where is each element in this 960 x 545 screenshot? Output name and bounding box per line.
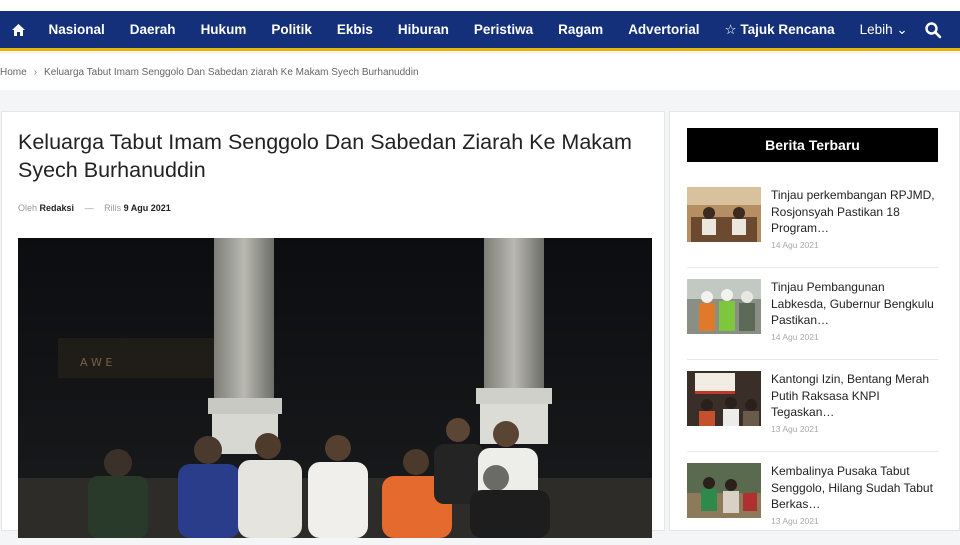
news-date: 13 Agu 2021 — [771, 424, 819, 434]
news-divider — [687, 451, 938, 452]
sidebar-latest-news: Berita Terbaru Tinjau perkembangan RPJMD… — [669, 111, 960, 531]
breadcrumb-current: Keluarga Tabut Imam Senggolo Dan Sabedan… — [44, 66, 419, 78]
news-title[interactable]: Tinjau perkembangan RPJMD, Rosjonsyah Pa… — [771, 187, 941, 237]
news-date: 14 Agu 2021 — [771, 332, 819, 342]
article-title: Keluarga Tabut Imam Senggolo Dan Sabedan… — [18, 130, 632, 182]
night-gathering-photo: A W E — [18, 238, 652, 538]
meta-dash: — — [84, 203, 94, 213]
nav-item-ragam[interactable]: Ragam — [546, 10, 616, 50]
news-thumbnail[interactable] — [687, 187, 761, 242]
date-prefix: Rilis — [104, 203, 122, 213]
news-item[interactable]: Tinjau Pembangunan Labkesda, Gubernur Be… — [687, 279, 938, 361]
nav-item-ekbis[interactable]: Ekbis — [324, 10, 385, 50]
nav-item-peristiwa[interactable]: Peristiwa — [461, 10, 545, 50]
nav-item-tajuk-rencana[interactable]: ☆ Tajuk Rencana — [712, 10, 847, 50]
article-meta: Oleh Redaksi — Rilis 9 Agu 2021 — [18, 203, 171, 213]
breadcrumb: Home › Keluarga Tabut Imam Senggolo Dan … — [0, 54, 960, 90]
author-link[interactable]: Redaksi — [40, 203, 75, 213]
home-icon — [11, 23, 25, 36]
news-item[interactable]: Tinjau perkembangan RPJMD, Rosjonsyah Pa… — [687, 187, 938, 269]
news-divider — [687, 267, 938, 268]
author-prefix: Oleh — [18, 203, 38, 213]
nav-home[interactable] — [0, 23, 36, 36]
news-thumbnail[interactable] — [687, 371, 761, 426]
article-featured-image: A W E — [18, 238, 652, 538]
news-divider — [687, 359, 938, 360]
news-title[interactable]: Tinjau Pembangunan Labkesda, Gubernur Be… — [771, 279, 941, 329]
breadcrumb-separator: › — [33, 66, 38, 78]
news-title[interactable]: Kantongi Izin, Bentang Merah Putih Raksa… — [771, 371, 941, 421]
nav-item-hukum[interactable]: Hukum — [188, 10, 259, 50]
nav-item-nasional[interactable]: Nasional — [36, 10, 117, 50]
nav-item-daerah[interactable]: Daerah — [117, 10, 188, 50]
nav-item-more[interactable]: Lebih ⌄ — [847, 10, 920, 50]
news-item[interactable]: Kantongi Izin, Bentang Merah Putih Raksa… — [687, 371, 938, 453]
news-item[interactable]: Kembalinya Pusaka Tabut Senggolo, Hilang… — [687, 463, 938, 545]
sidebar-heading: Berita Terbaru — [687, 128, 938, 162]
news-date: 14 Agu 2021 — [771, 240, 819, 250]
search-icon[interactable] — [924, 21, 942, 39]
nav-item-hiburan[interactable]: Hiburan — [385, 10, 461, 50]
article-container: Keluarga Tabut Imam Senggolo Dan Sabedan… — [1, 111, 665, 538]
news-thumbnail[interactable] — [687, 463, 761, 518]
main-navigation: Nasional Daerah Hukum Politik Ekbis Hibu… — [0, 11, 960, 51]
nav-item-advertorial[interactable]: Advertorial — [616, 10, 712, 50]
svg-text:A W E: A W E — [80, 356, 112, 369]
news-thumbnail[interactable] — [687, 279, 761, 334]
nav-item-politik[interactable]: Politik — [259, 10, 325, 50]
news-title[interactable]: Kembalinya Pusaka Tabut Senggolo, Hilang… — [771, 463, 941, 513]
breadcrumb-home[interactable]: Home — [0, 67, 27, 78]
article-date: 9 Agu 2021 — [123, 203, 171, 213]
